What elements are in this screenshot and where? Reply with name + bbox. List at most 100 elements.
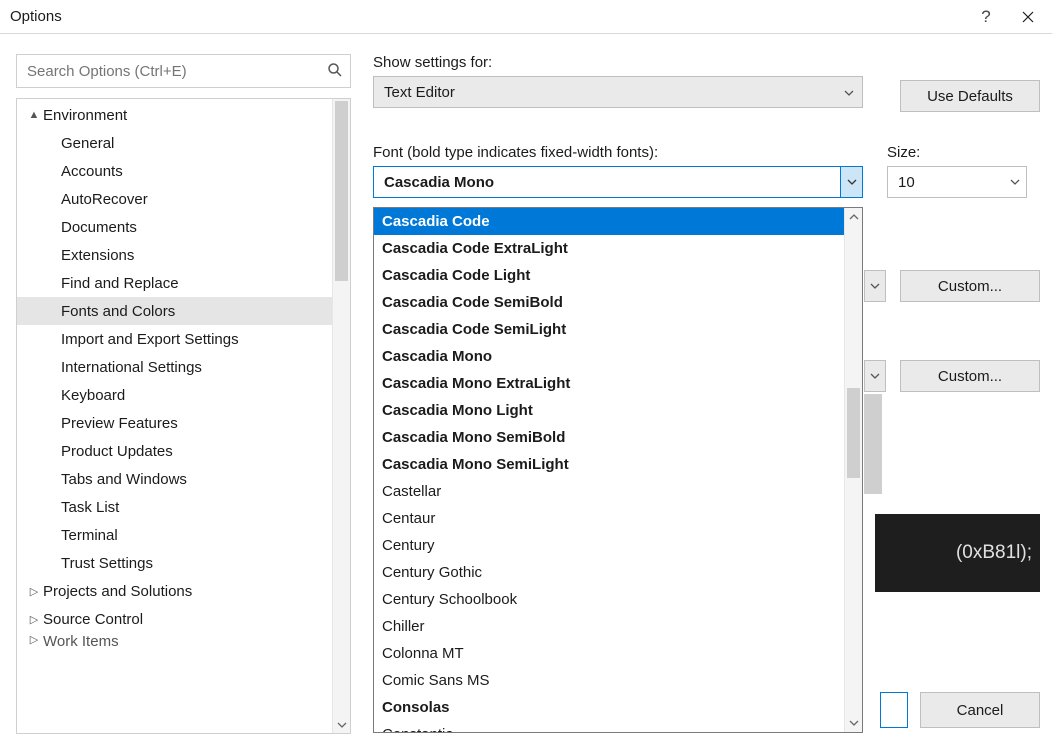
- search-input[interactable]: [16, 54, 351, 88]
- font-option[interactable]: Century Gothic: [374, 559, 844, 586]
- size-value: 10: [898, 174, 915, 191]
- tree-node-international-settings[interactable]: International Settings: [17, 353, 332, 381]
- font-option[interactable]: Cascadia Code SemiBold: [374, 289, 844, 316]
- font-option[interactable]: Cascadia Code Light: [374, 262, 844, 289]
- font-option[interactable]: Chiller: [374, 613, 844, 640]
- ok-button-fragment[interactable]: [880, 692, 908, 728]
- tree-label: Trust Settings: [61, 555, 153, 572]
- dropdown-scrollbar[interactable]: [844, 208, 862, 732]
- help-button[interactable]: ?: [966, 7, 1006, 27]
- font-option[interactable]: Century Schoolbook: [374, 586, 844, 613]
- tree-label: Accounts: [61, 163, 123, 180]
- tree-label: Task List: [61, 499, 119, 516]
- tree-label: Extensions: [61, 247, 134, 264]
- tree-node-extensions[interactable]: Extensions: [17, 241, 332, 269]
- font-dropdown-list[interactable]: Cascadia CodeCascadia Code ExtraLightCas…: [373, 207, 863, 733]
- scroll-down-icon[interactable]: [845, 714, 862, 732]
- tree-label: Work Items: [43, 633, 119, 647]
- tree-node-import-and-export-settings[interactable]: Import and Export Settings: [17, 325, 332, 353]
- font-option[interactable]: Consolas: [374, 694, 844, 721]
- font-option[interactable]: Cascadia Mono SemiLight: [374, 451, 844, 478]
- scroll-down-icon[interactable]: [333, 717, 350, 733]
- hidden-select-fragment[interactable]: [864, 360, 886, 392]
- tree-node-tabs-and-windows[interactable]: Tabs and Windows: [17, 465, 332, 493]
- show-settings-value: Text Editor: [384, 84, 455, 101]
- hidden-scrollbar-fragment[interactable]: [864, 394, 882, 494]
- font-option[interactable]: Castellar: [374, 478, 844, 505]
- tree-label: Fonts and Colors: [61, 303, 175, 320]
- show-settings-select[interactable]: Text Editor: [373, 76, 863, 108]
- tree-label: Import and Export Settings: [61, 331, 239, 348]
- chevron-down-icon: [844, 85, 854, 102]
- font-option[interactable]: Comic Sans MS: [374, 667, 844, 694]
- show-settings-label: Show settings for:: [373, 54, 863, 71]
- tree-node-documents[interactable]: Documents: [17, 213, 332, 241]
- font-option[interactable]: Cascadia Mono SemiBold: [374, 424, 844, 451]
- tree-node-find-and-replace[interactable]: Find and Replace: [17, 269, 332, 297]
- custom-button-2[interactable]: Custom...: [900, 360, 1040, 392]
- tree-node-work-items[interactable]: ▷Work Items: [17, 633, 332, 647]
- tree-node-fonts-and-colors[interactable]: Fonts and Colors: [17, 297, 332, 325]
- font-option[interactable]: Cascadia Code: [374, 208, 844, 235]
- search-box[interactable]: [16, 54, 351, 88]
- tree-node-terminal[interactable]: Terminal: [17, 521, 332, 549]
- font-option[interactable]: Cascadia Code ExtraLight: [374, 235, 844, 262]
- tree-node-trust-settings[interactable]: Trust Settings: [17, 549, 332, 577]
- tree-label: Tabs and Windows: [61, 471, 187, 488]
- tree-node-projects-and-solutions[interactable]: ▷Projects and Solutions: [17, 577, 332, 605]
- tree-label: Projects and Solutions: [43, 583, 192, 600]
- search-icon: [327, 62, 343, 83]
- use-defaults-button[interactable]: Use Defaults: [900, 80, 1040, 112]
- close-icon: [1022, 11, 1034, 23]
- tree-label: Documents: [61, 219, 137, 236]
- font-option[interactable]: Constantia: [374, 721, 844, 732]
- expand-icon: ▷: [27, 633, 41, 646]
- tree-label: Preview Features: [61, 415, 178, 432]
- font-option[interactable]: Cascadia Mono ExtraLight: [374, 370, 844, 397]
- tree-node-keyboard[interactable]: Keyboard: [17, 381, 332, 409]
- expand-icon: ▷: [27, 613, 41, 626]
- tree-scrollbar[interactable]: [332, 99, 350, 733]
- tree-label: Product Updates: [61, 443, 173, 460]
- collapse-icon: ▲: [27, 109, 41, 121]
- font-option[interactable]: Colonna MT: [374, 640, 844, 667]
- font-option[interactable]: Cascadia Code SemiLight: [374, 316, 844, 343]
- chevron-down-icon: [1004, 167, 1026, 197]
- tree-node-source-control[interactable]: ▷Source Control: [17, 605, 332, 633]
- tree-node-autorecover[interactable]: AutoRecover: [17, 185, 332, 213]
- cancel-button[interactable]: Cancel: [920, 692, 1040, 728]
- hidden-select-fragment[interactable]: [864, 270, 886, 302]
- font-value: Cascadia Mono: [384, 174, 494, 191]
- tree-label: Find and Replace: [61, 275, 179, 292]
- tree-node-product-updates[interactable]: Product Updates: [17, 437, 332, 465]
- tree-node-accounts[interactable]: Accounts: [17, 157, 332, 185]
- tree-node-environment[interactable]: ▲Environment: [17, 101, 332, 129]
- tree-node-general[interactable]: General: [17, 129, 332, 157]
- font-label: Font (bold type indicates fixed-width fo…: [373, 144, 863, 161]
- font-option[interactable]: Cascadia Mono: [374, 343, 844, 370]
- size-label: Size:: [887, 144, 1027, 161]
- tree-node-task-list[interactable]: Task List: [17, 493, 332, 521]
- font-option[interactable]: Centaur: [374, 505, 844, 532]
- font-option[interactable]: Cascadia Mono Light: [374, 397, 844, 424]
- titlebar: Options ?: [0, 0, 1052, 34]
- sample-preview: (0xB81l);: [875, 514, 1040, 592]
- tree-label: Source Control: [43, 611, 143, 628]
- expand-icon: ▷: [27, 585, 41, 598]
- tree-node-preview-features[interactable]: Preview Features: [17, 409, 332, 437]
- font-option[interactable]: Century: [374, 532, 844, 559]
- scroll-thumb[interactable]: [335, 101, 348, 281]
- font-combo[interactable]: Cascadia Mono: [373, 166, 863, 198]
- chevron-down-icon: [840, 167, 862, 197]
- close-button[interactable]: [1006, 2, 1050, 32]
- tree-label: General: [61, 135, 114, 152]
- scroll-thumb[interactable]: [847, 388, 860, 478]
- tree-label: AutoRecover: [61, 191, 148, 208]
- custom-button-1[interactable]: Custom...: [900, 270, 1040, 302]
- size-combo[interactable]: 10: [887, 166, 1027, 198]
- tree-label: Environment: [43, 107, 127, 124]
- scroll-up-icon[interactable]: [845, 208, 862, 226]
- tree-label: Terminal: [61, 527, 118, 544]
- tree-label: Keyboard: [61, 387, 125, 404]
- tree-label: International Settings: [61, 359, 202, 376]
